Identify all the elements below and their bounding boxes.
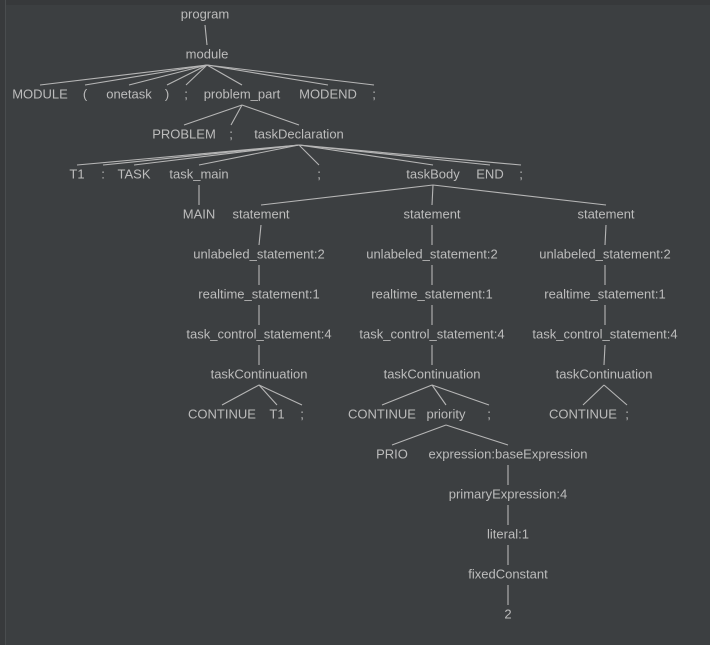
tree-node-CONTINUE3[interactable]: CONTINUE <box>549 406 617 421</box>
tree-edge <box>603 384 628 406</box>
tree-node-tc1[interactable]: taskContinuation <box>211 366 308 381</box>
tree-edge <box>221 384 260 406</box>
tree-edge <box>241 104 300 126</box>
tree-edge <box>204 24 208 46</box>
tree-node-tcs2[interactable]: task_control_statement:4 <box>359 326 504 341</box>
tree-node-tcs3[interactable]: task_control_statement:4 <box>532 326 677 341</box>
tree-node-tcs1[interactable]: task_control_statement:4 <box>186 326 331 341</box>
tree-node-rt3[interactable]: realtime_statement:1 <box>544 286 665 301</box>
tree-edge <box>391 424 447 446</box>
tree-edge <box>445 424 509 446</box>
tree-edge <box>603 344 606 366</box>
tree-edge <box>260 184 434 206</box>
tree-node-unl2[interactable]: unlabeled_statement:2 <box>366 246 498 261</box>
tree-node-PRIO[interactable]: PRIO <box>376 446 408 461</box>
tree-edge <box>258 384 303 406</box>
tree-node-colon1[interactable]: : <box>101 166 105 181</box>
tree-edge <box>102 144 300 166</box>
tree-node-expression[interactable]: expression:baseExpression <box>429 446 588 461</box>
tree-edge <box>582 384 605 406</box>
tree-node-unl1[interactable]: unlabeled_statement:2 <box>193 246 325 261</box>
tree-edge <box>39 64 208 86</box>
tree-node-two[interactable]: 2 <box>504 606 511 621</box>
tree-node-program[interactable]: program <box>181 6 229 21</box>
tree-edge-layer <box>39 24 628 605</box>
tree-node-CONTINUE2[interactable]: CONTINUE <box>348 406 416 421</box>
tree-node-task_main[interactable]: task_main <box>169 166 228 181</box>
tree-node-problem_part[interactable]: problem_part <box>204 86 281 101</box>
tree-node-semi2[interactable]: ; <box>372 86 376 101</box>
tree-node-tc2[interactable]: taskContinuation <box>384 366 481 381</box>
tree-node-semi6[interactable]: ; <box>300 406 304 421</box>
tree-node-module[interactable]: module <box>186 46 229 61</box>
tree-node-rt2[interactable]: realtime_statement:1 <box>371 286 492 301</box>
tree-node-T1[interactable]: T1 <box>69 166 84 181</box>
tree-node-stmt1[interactable]: statement <box>232 206 289 221</box>
tree-edge <box>604 224 607 246</box>
tree-node-taskDeclaration[interactable]: taskDeclaration <box>254 126 344 141</box>
tree-node-tc3[interactable]: taskContinuation <box>556 366 653 381</box>
parse-tree-graph[interactable]: program module MODULE ( onetask); problem_par… <box>0 0 710 645</box>
tree-node-rt1[interactable]: realtime_statement:1 <box>198 286 319 301</box>
parse-tree-panel[interactable]: program module MODULE ( onetask); problem_par… <box>0 0 710 645</box>
tree-node-priority[interactable]: priority <box>426 406 466 421</box>
tree-node-semi7[interactable]: ; <box>487 406 491 421</box>
tree-node-primaryExpr[interactable]: primaryExpression:4 <box>449 486 568 501</box>
tree-edge <box>381 384 433 406</box>
tree-node-onetask[interactable]: onetask <box>106 86 152 101</box>
tree-node-CONTINUE1[interactable]: CONTINUE <box>188 406 256 421</box>
tree-node-TASK[interactable]: TASK <box>118 166 151 181</box>
tree-node-stmt2[interactable]: statement <box>403 206 460 221</box>
tree-node-layer[interactable]: program module MODULE ( onetask); problem_par… <box>12 6 677 621</box>
tree-edge <box>183 104 243 126</box>
tree-edge <box>128 64 208 86</box>
tree-edge <box>431 384 490 406</box>
tree-node-stmt3[interactable]: statement <box>577 206 634 221</box>
tree-node-MODULE[interactable]: MODULE <box>12 86 68 101</box>
tree-node-MAIN[interactable]: MAIN <box>183 206 216 221</box>
tree-node-semi4[interactable]: ; <box>317 166 321 181</box>
tree-edge <box>206 64 375 86</box>
tree-node-semi8[interactable]: ; <box>625 406 629 421</box>
tree-node-PROBLEM[interactable]: PROBLEM <box>152 126 216 141</box>
tree-node-literal[interactable]: literal:1 <box>487 526 529 541</box>
tree-edge <box>431 184 434 206</box>
tree-node-fixedConstant[interactable]: fixedConstant <box>468 566 548 581</box>
tree-node-rparen[interactable]: ) <box>165 86 169 101</box>
tree-node-unl3[interactable]: unlabeled_statement:2 <box>539 246 671 261</box>
tree-node-semi3[interactable]: ; <box>229 126 233 141</box>
tree-edge <box>258 384 278 406</box>
tree-node-T1b[interactable]: T1 <box>269 406 284 421</box>
tree-edge <box>258 224 262 246</box>
tree-node-semi5[interactable]: ; <box>519 166 523 181</box>
tree-node-MODEND[interactable]: MODEND <box>299 86 357 101</box>
tree-node-semi1[interactable]: ; <box>184 86 188 101</box>
tree-node-lparen[interactable]: ( <box>83 86 88 101</box>
tree-node-taskBody[interactable]: taskBody <box>406 166 460 181</box>
tree-node-END[interactable]: END <box>476 166 503 181</box>
tree-edge <box>432 184 607 206</box>
